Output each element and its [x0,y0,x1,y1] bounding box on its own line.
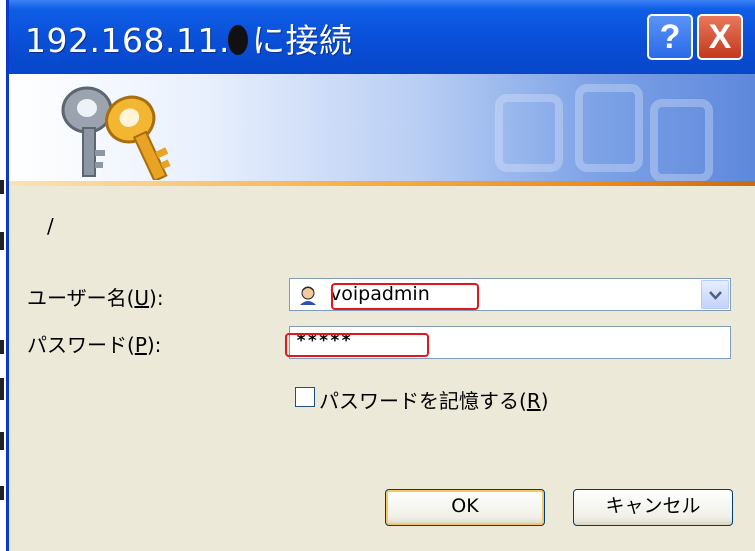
banner [9,74,755,186]
username-highlight [331,283,479,310]
keys-icon [61,86,171,180]
chevron-down-icon [709,291,722,300]
remember-password-checkbox[interactable] [295,387,315,407]
title-host: 192.168.11. [25,21,230,60]
realm-text: / [47,214,54,238]
password-highlight [285,333,429,357]
remember-password-label[interactable]: パスワードを記憶する(R) [319,385,549,414]
title-connect: に接続 [251,21,353,60]
title-bar[interactable]: 192.168.11. に接続 ? X [9,0,755,74]
user-icon [300,286,316,305]
ok-button[interactable]: OK [385,489,545,526]
dialog-title: 192.168.11. に接続 [25,14,352,62]
help-button[interactable]: ? [647,14,693,60]
redaction-mark [227,25,248,55]
close-button[interactable]: X [697,14,743,60]
banner-separator [9,181,755,186]
username-label: ユーザー名(U): [27,286,164,310]
background-keys-icon [495,84,713,182]
login-dialog: 192.168.11. に接続 ? X / ユーザー名(U): voipadmi… [6,0,755,551]
cancel-button[interactable]: キャンセル [573,489,733,526]
username-dropdown-button[interactable] [701,280,729,309]
password-label: パスワード(P): [27,333,162,357]
